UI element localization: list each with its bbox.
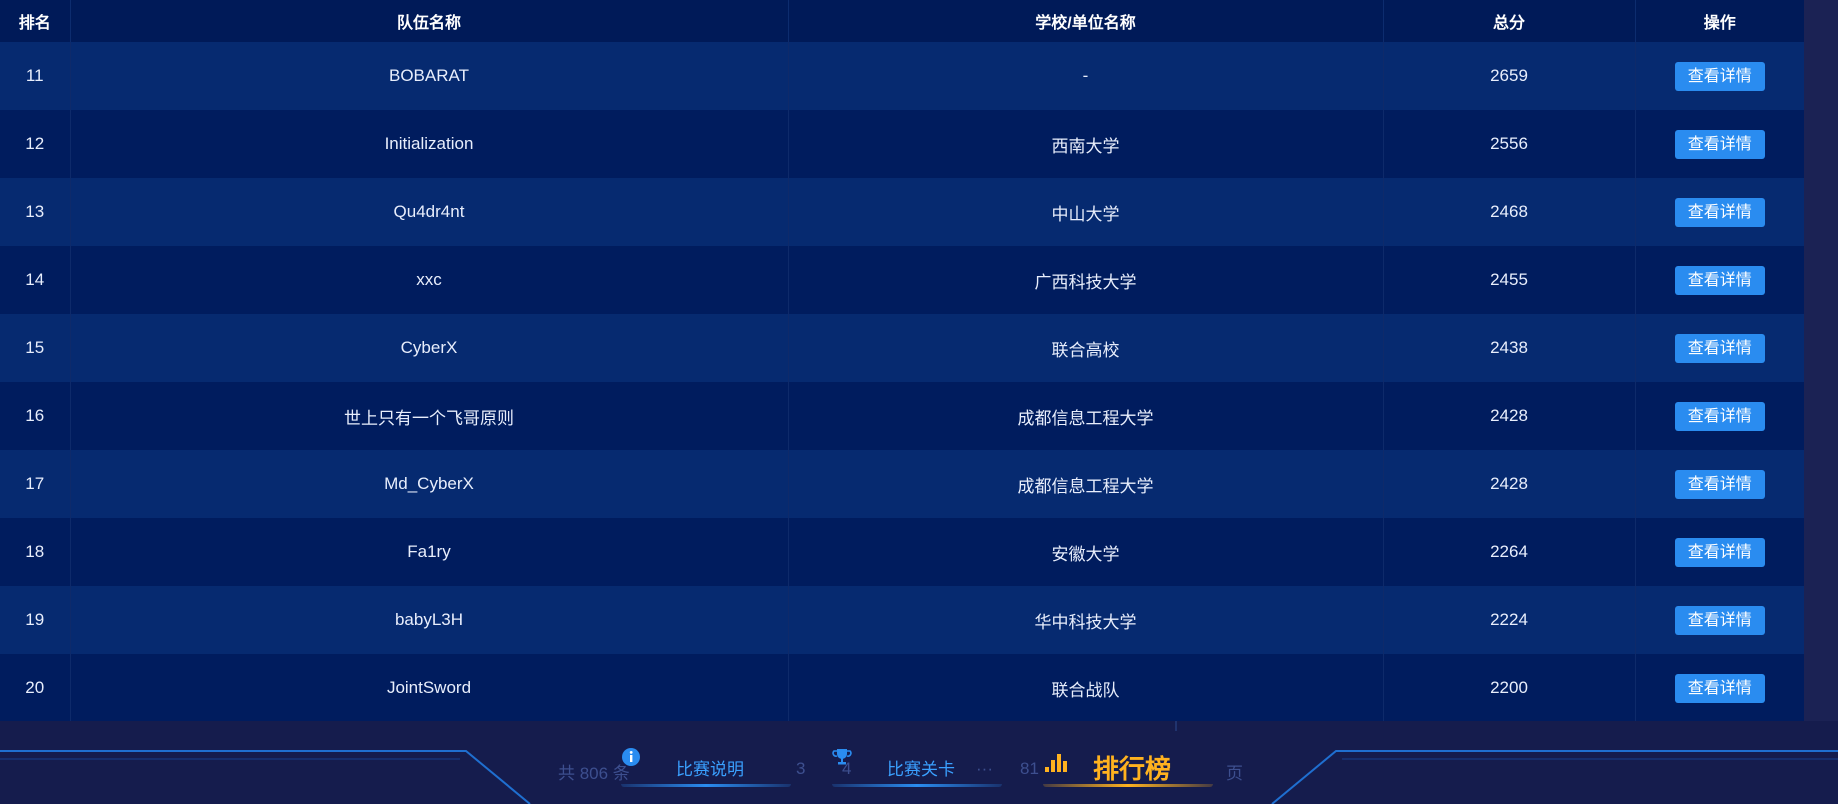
- score-cell: 2428: [1383, 382, 1636, 450]
- tab-underline: [832, 784, 1002, 787]
- tab-leaderboard-label: 排行榜: [1092, 753, 1171, 784]
- view-details-button[interactable]: 查看详情: [1674, 129, 1765, 159]
- rank-cell: 13: [0, 178, 71, 246]
- school-cell: 华中科技大学: [788, 586, 1384, 654]
- action-cell: 查看详情: [1635, 654, 1804, 722]
- leaderboard-table: 排名 队伍名称 学校/单位名称 总分 操作 11 BOBARAT - 2659 …: [0, 0, 1804, 722]
- rank-cell: 18: [0, 518, 71, 586]
- score-cell: 2224: [1383, 586, 1636, 654]
- team-name-cell: JointSword: [70, 654, 789, 722]
- table-row: 19 babyL3H 华中科技大学 2224 查看详情: [0, 586, 1804, 654]
- tab-competition-info[interactable]: 比赛说明: [621, 747, 791, 787]
- score-cell: 2455: [1383, 246, 1636, 314]
- rank-cell: 20: [0, 654, 71, 722]
- pagination-suffix: 页: [1226, 764, 1243, 783]
- pagination-page-81[interactable]: 81: [1020, 759, 1039, 779]
- action-cell: 查看详情: [1635, 42, 1804, 110]
- tab-competition-levels-label: 比赛关卡: [887, 759, 955, 779]
- rank-cell: 11: [0, 42, 71, 110]
- tab-underline: [621, 784, 791, 787]
- rank-cell: 15: [0, 314, 71, 382]
- rank-cell: 19: [0, 586, 71, 654]
- view-details-button[interactable]: 查看详情: [1674, 333, 1765, 363]
- team-name-cell: Qu4dr4nt: [70, 178, 789, 246]
- view-details-button[interactable]: 查看详情: [1674, 197, 1765, 227]
- header-score: 总分: [1383, 0, 1636, 42]
- team-name-cell: xxc: [70, 246, 789, 314]
- view-details-button[interactable]: 查看详情: [1674, 537, 1765, 567]
- team-name-cell: Initialization: [70, 110, 789, 178]
- score-cell: 2200: [1383, 654, 1636, 722]
- school-cell: -: [788, 42, 1384, 110]
- table-row: 20 JointSword 联合战队 2200 查看详情: [0, 654, 1804, 722]
- action-cell: 查看详情: [1635, 178, 1804, 246]
- tab-underline: [1043, 784, 1213, 787]
- view-details-button[interactable]: 查看详情: [1674, 469, 1765, 499]
- action-cell: 查看详情: [1635, 450, 1804, 518]
- tab-competition-levels[interactable]: 比赛关卡: [832, 747, 1002, 787]
- score-cell: 2468: [1383, 178, 1636, 246]
- score-cell: 2556: [1383, 110, 1636, 178]
- score-cell: 2428: [1383, 450, 1636, 518]
- table-row: 17 Md_CyberX 成都信息工程大学 2428 查看详情: [0, 450, 1804, 518]
- view-details-button[interactable]: 查看详情: [1674, 673, 1765, 703]
- table-row: 12 Initialization 西南大学 2556 查看详情: [0, 110, 1804, 178]
- table-row: 14 xxc 广西科技大学 2455 查看详情: [0, 246, 1804, 314]
- pagination-total: 共 806 条: [558, 764, 630, 783]
- team-name-cell: Md_CyberX: [70, 450, 789, 518]
- score-cell: 2264: [1383, 518, 1636, 586]
- team-name-cell: CyberX: [70, 314, 789, 382]
- scrollbar-track: [1804, 0, 1838, 740]
- action-cell: 查看详情: [1635, 518, 1804, 586]
- tab-leaderboard[interactable]: 排行榜: [1043, 747, 1213, 787]
- school-cell: 广西科技大学: [788, 246, 1384, 314]
- view-details-button[interactable]: 查看详情: [1674, 265, 1765, 295]
- header-rank: 排名: [0, 0, 71, 42]
- view-details-button[interactable]: 查看详情: [1674, 61, 1765, 91]
- school-cell: 安徽大学: [788, 518, 1384, 586]
- table-row: 13 Qu4dr4nt 中山大学 2468 查看详情: [0, 178, 1804, 246]
- rank-cell: 17: [0, 450, 71, 518]
- school-cell: 联合战队: [788, 654, 1384, 722]
- rank-cell: 16: [0, 382, 71, 450]
- school-cell: 成都信息工程大学: [788, 450, 1384, 518]
- rank-cell: 12: [0, 110, 71, 178]
- team-name-cell: BOBARAT: [70, 42, 789, 110]
- team-name-cell: 世上只有一个飞哥原则: [70, 382, 789, 450]
- team-name-cell: babyL3H: [70, 586, 789, 654]
- view-details-button[interactable]: 查看详情: [1674, 605, 1765, 635]
- table-header-row: 排名 队伍名称 学校/单位名称 总分 操作: [0, 0, 1804, 42]
- score-cell: 2438: [1383, 314, 1636, 382]
- view-details-button[interactable]: 查看详情: [1674, 401, 1765, 431]
- bottom-nav-bar: 共 806 条 3 4 ··· 81 页 比赛说明 比赛关卡 排行榜: [0, 721, 1838, 804]
- header-team: 队伍名称: [70, 0, 789, 42]
- school-cell: 成都信息工程大学: [788, 382, 1384, 450]
- school-cell: 西南大学: [788, 110, 1384, 178]
- action-cell: 查看详情: [1635, 586, 1804, 654]
- table-row: 11 BOBARAT - 2659 查看详情: [0, 42, 1804, 110]
- action-cell: 查看详情: [1635, 314, 1804, 382]
- pagination-page-3[interactable]: 3: [796, 759, 805, 779]
- action-cell: 查看详情: [1635, 246, 1804, 314]
- leaderboard-table-container: 排名 队伍名称 学校/单位名称 总分 操作 11 BOBARAT - 2659 …: [0, 0, 1804, 722]
- table-row: 18 Fa1ry 安徽大学 2264 查看详情: [0, 518, 1804, 586]
- score-cell: 2659: [1383, 42, 1636, 110]
- header-action: 操作: [1635, 0, 1804, 42]
- school-cell: 中山大学: [788, 178, 1384, 246]
- header-school: 学校/单位名称: [788, 0, 1384, 42]
- action-cell: 查看详情: [1635, 110, 1804, 178]
- table-row: 15 CyberX 联合高校 2438 查看详情: [0, 314, 1804, 382]
- tab-competition-info-label: 比赛说明: [676, 759, 744, 779]
- school-cell: 联合高校: [788, 314, 1384, 382]
- action-cell: 查看详情: [1635, 382, 1804, 450]
- team-name-cell: Fa1ry: [70, 518, 789, 586]
- table-row: 16 世上只有一个飞哥原则 成都信息工程大学 2428 查看详情: [0, 382, 1804, 450]
- rank-cell: 14: [0, 246, 71, 314]
